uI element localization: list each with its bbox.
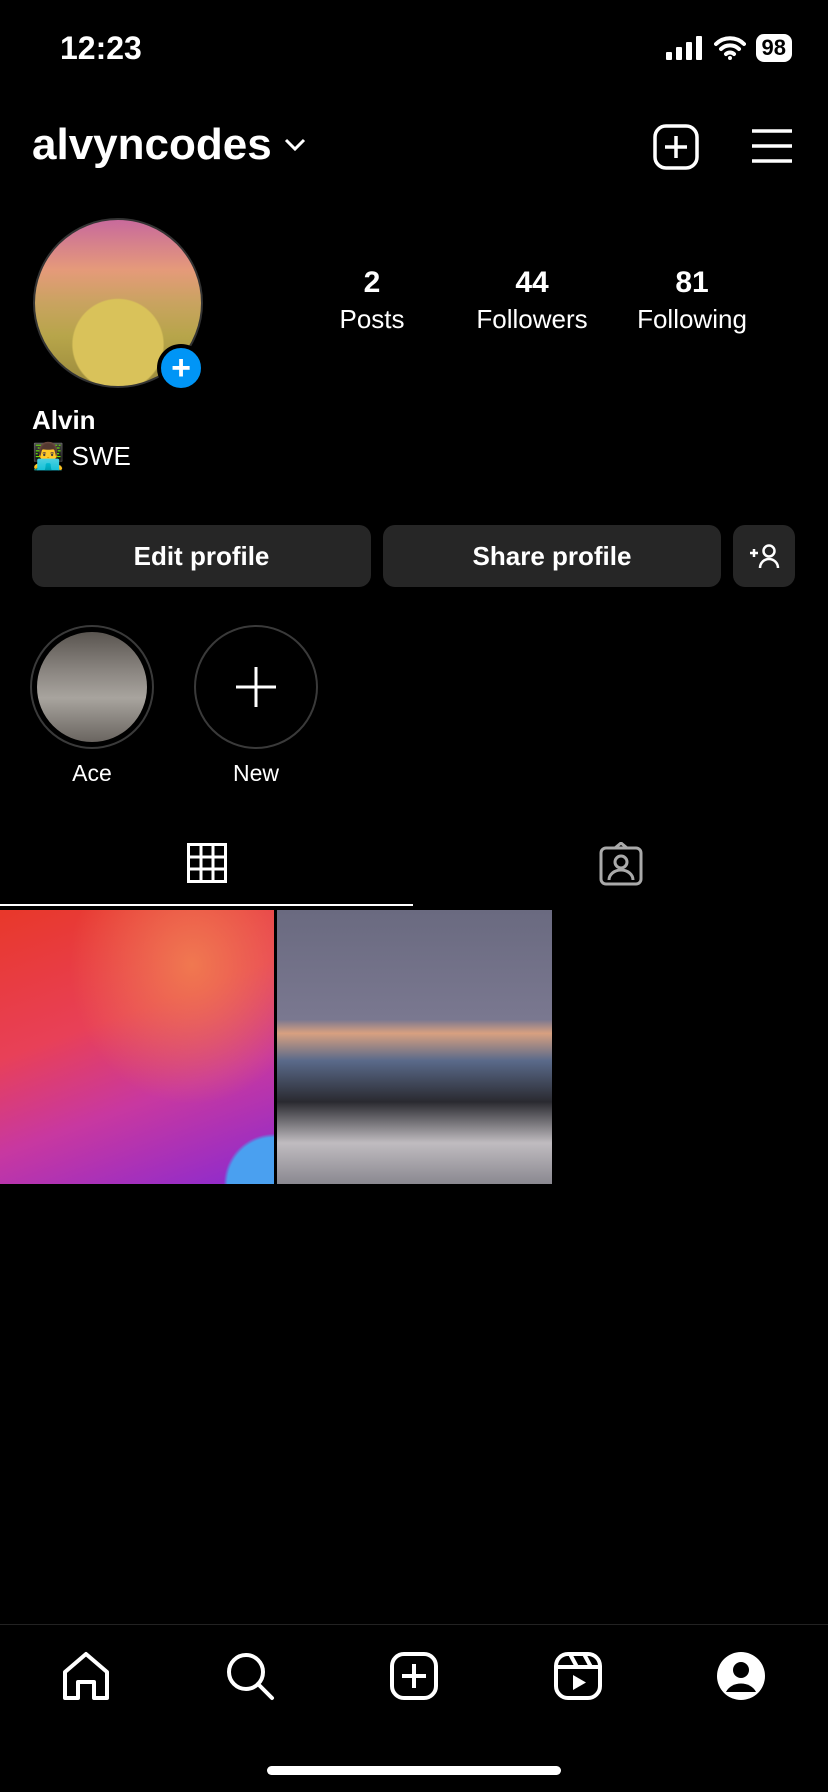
status-icons: 98 — [665, 34, 792, 62]
username: alvyncodes — [32, 120, 272, 169]
menu-icon[interactable] — [750, 128, 794, 164]
share-profile-button[interactable]: Share profile — [383, 525, 721, 587]
post-thumbnail-2[interactable] — [277, 910, 552, 1184]
status-time: 12:23 — [60, 30, 142, 66]
highlight-ace-label: Ace — [72, 760, 112, 786]
home-indicator[interactable] — [267, 1766, 561, 1775]
display-name: Alvin — [32, 405, 96, 435]
plus-icon — [236, 667, 276, 707]
profile-tab-icon[interactable] — [715, 1650, 767, 1702]
tagged-tab-icon[interactable] — [599, 842, 643, 886]
new-post-icon[interactable] — [388, 1650, 440, 1702]
reels-icon[interactable] — [552, 1650, 604, 1702]
add-person-icon — [750, 544, 780, 569]
post-thumbnail-1[interactable] — [0, 910, 274, 1184]
following-count: 81 — [675, 266, 709, 299]
highlight-ace[interactable] — [30, 625, 154, 749]
search-icon[interactable] — [224, 1650, 276, 1702]
battery-indicator: 98 — [755, 34, 792, 62]
stat-followers[interactable]: 44 Followers — [452, 266, 612, 335]
new-highlight-label: New — [232, 760, 279, 786]
wifi-icon — [713, 36, 746, 60]
edit-profile-button[interactable]: Edit profile — [32, 525, 371, 587]
grid-tab-icon[interactable] — [187, 843, 227, 883]
bio-text: SWE — [71, 441, 131, 471]
chevron-down-icon — [284, 138, 305, 152]
highlight-ace-cover — [37, 632, 147, 742]
signal-icon — [665, 36, 702, 60]
create-icon[interactable] — [653, 124, 699, 170]
active-tab-indicator — [0, 904, 413, 906]
bio: 👨‍💻 SWE — [32, 441, 131, 472]
stat-following[interactable]: 81 Following — [612, 266, 772, 335]
technologist-emoji: 👨‍💻 — [32, 441, 65, 471]
posts-label: Posts — [339, 304, 405, 334]
new-highlight-button[interactable] — [194, 625, 318, 749]
home-icon[interactable] — [60, 1650, 112, 1702]
followers-label: Followers — [476, 304, 588, 334]
add-story-plus-icon[interactable]: + — [157, 344, 205, 392]
stat-posts[interactable]: 2 Posts — [292, 266, 452, 335]
followers-count: 44 — [515, 266, 549, 299]
discover-people-button[interactable] — [733, 525, 795, 587]
following-label: Following — [637, 304, 747, 334]
posts-count: 2 — [363, 266, 381, 299]
tab-bar-divider — [0, 1624, 828, 1625]
account-switcher[interactable]: alvyncodes — [32, 120, 306, 170]
